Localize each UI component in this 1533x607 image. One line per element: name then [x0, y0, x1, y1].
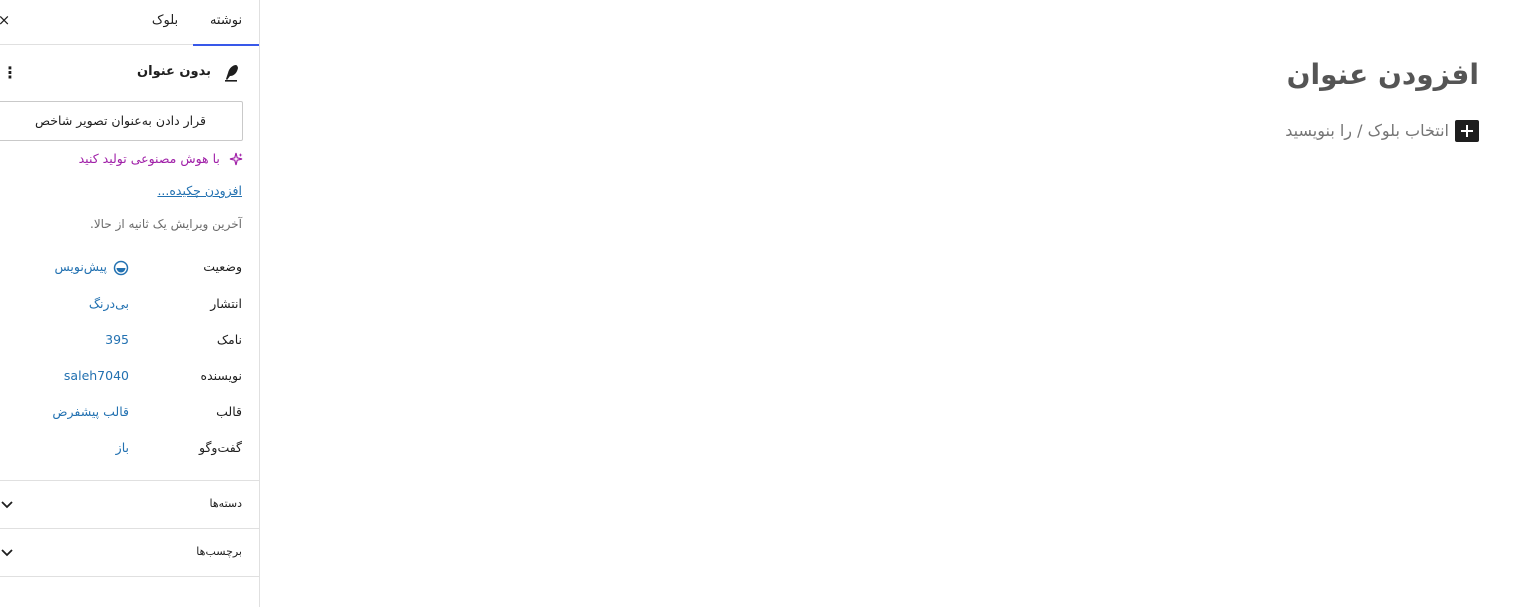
post-summary-header: ⋮ بدون عنوان: [0, 58, 259, 88]
publish-value[interactable]: بی‌درنگ: [89, 296, 129, 311]
discussion-value[interactable]: باز: [116, 440, 129, 455]
meta-row-author: نویسنده saleh7040: [0, 365, 259, 389]
status-value[interactable]: پیش‌نویس: [54, 259, 129, 276]
add-excerpt-link[interactable]: افزودن چکیده...: [157, 183, 242, 198]
meta-row-discussion: گفت‌وگو باز: [0, 437, 259, 461]
block-placeholder[interactable]: انتخاب بلوک / را بنویسید: [1285, 121, 1449, 140]
post-title: بدون عنوان: [137, 64, 211, 79]
meta-row-template: قالب قالب پیشفرض: [0, 401, 259, 425]
status-label: وضعیت: [203, 259, 242, 274]
chevron-down-icon: [1, 549, 13, 557]
slug-value[interactable]: 395: [105, 332, 129, 347]
panel-divider: [0, 576, 259, 577]
discussion-label: گفت‌وگو: [199, 440, 242, 455]
featured-image-button[interactable]: قرار دادن به‌عنوان تصویر شاخص: [0, 101, 243, 141]
categories-panel-title: دسته‌ها: [209, 497, 242, 510]
author-label: نویسنده: [200, 368, 242, 383]
tags-panel-title: برچسب‌ها: [196, 545, 242, 558]
tags-panel[interactable]: برچسب‌ها: [0, 528, 259, 576]
status-value-text: پیش‌نویس: [54, 259, 107, 274]
post-icon: [225, 65, 238, 82]
chevron-down-icon: [1, 501, 13, 509]
editor-canvas: افزودن عنوان انتخاب بلوک / را بنویسید: [261, 0, 1533, 607]
template-label: قالب: [216, 404, 242, 419]
author-value[interactable]: saleh7040: [64, 368, 129, 383]
add-block-button[interactable]: [1455, 120, 1479, 142]
tab-post[interactable]: نوشته: [193, 0, 259, 46]
slug-label: نامک: [216, 332, 242, 347]
settings-sidebar: × بلوک نوشته ⋮ بدون عنوان قرار دادن به‌ع…: [0, 0, 260, 607]
sidebar-tabs: × بلوک نوشته: [0, 0, 259, 46]
categories-panel[interactable]: دسته‌ها: [0, 480, 259, 528]
template-value[interactable]: قالب پیشفرض: [52, 404, 129, 419]
close-icon[interactable]: ×: [0, 10, 12, 30]
meta-row-status: وضعیت پیش‌نویس: [0, 256, 259, 280]
publish-label: انتشار: [210, 296, 242, 311]
ai-generate-label: با هوش مصنوعی تولید کنید: [78, 151, 220, 166]
ai-generate-link[interactable]: با هوش مصنوعی تولید کنید: [79, 148, 243, 170]
editor-screen: × بلوک نوشته ⋮ بدون عنوان قرار دادن به‌ع…: [0, 0, 1533, 607]
more-options-icon[interactable]: ⋮: [2, 63, 18, 83]
meta-row-publish: انتشار بی‌درنگ: [0, 293, 259, 317]
meta-row-slug: نامک 395: [0, 329, 259, 353]
tab-block[interactable]: بلوک: [143, 0, 187, 45]
post-title-input[interactable]: افزودن عنوان: [1287, 58, 1479, 91]
sparkle-icon: [229, 152, 243, 165]
draft-status-icon: [113, 260, 129, 275]
last-edited-text: آخرین ویرایش یک ثانیه از حالا.: [90, 217, 242, 231]
